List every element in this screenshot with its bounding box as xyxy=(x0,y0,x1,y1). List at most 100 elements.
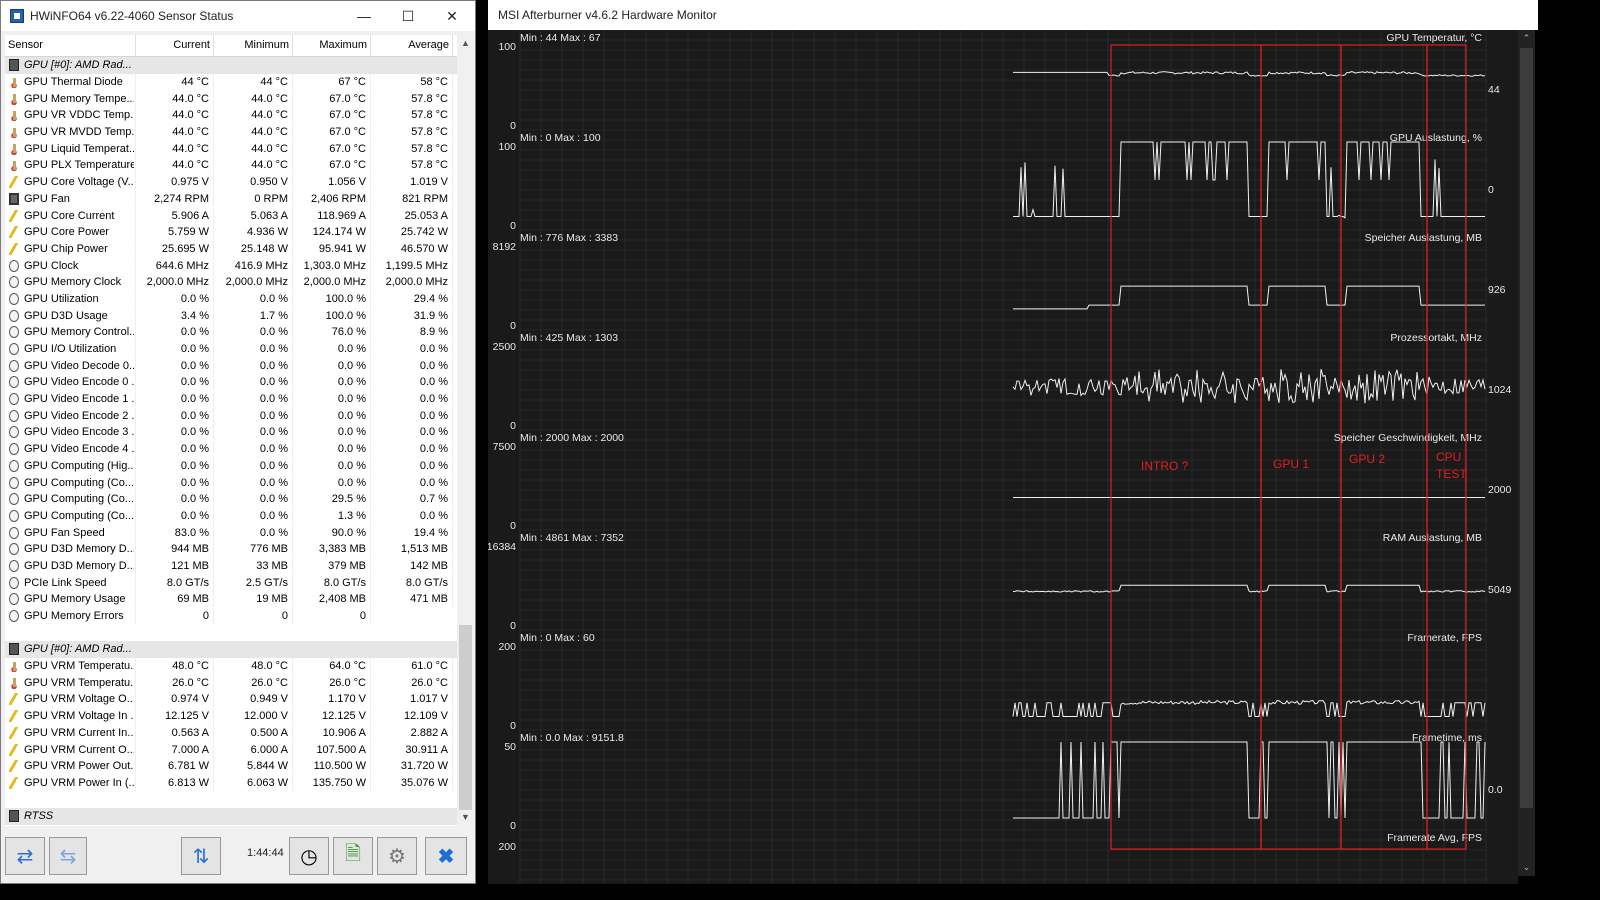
sensor-row[interactable]: GPU VRM Voltage O... 0.974 V 0.949 V 1.170 … xyxy=(5,691,457,708)
thermometer-icon xyxy=(9,159,19,172)
scroll-down-icon[interactable]: ⌄ xyxy=(1518,859,1535,876)
sensor-row[interactable]: GPU VRM Voltage In ... 12.125 V 12.000 V 12… xyxy=(5,708,457,725)
gauge-icon xyxy=(9,292,19,305)
sensor-name-cell: GPU Utilization xyxy=(5,290,136,307)
sensor-group-row[interactable]: GPU [#0]: AMD Rad... xyxy=(5,57,457,74)
sensor-row[interactable]: GPU Core Power 5.759 W 4.936 W 124.174 W 25.… xyxy=(5,224,457,241)
network-icon: ⇅ xyxy=(192,845,210,868)
sensor-row[interactable]: GPU D3D Usage 3.4 % 1.7 % 100.0 % 31.9 % xyxy=(5,307,457,324)
settings-button[interactable]: ⚙ xyxy=(377,837,417,875)
nav-arrows-button[interactable]: ⇄ xyxy=(5,837,45,875)
sensor-row[interactable]: GPU Computing (Co... 0.0 % 0.0 % 0.0 % 0.0 % xyxy=(5,474,457,491)
thermometer-icon xyxy=(9,109,19,122)
add-report-button[interactable]: 🗎 xyxy=(333,837,373,875)
sensor-row[interactable]: PCIe Link Speed 8.0 GT/s 2.5 GT/s 8.0 GT/s 8… xyxy=(5,574,457,591)
nav-arrows-disabled-button[interactable]: ⇆ xyxy=(49,837,87,875)
sensor-row[interactable]: GPU Chip Power 25.695 W 25.148 W 95.941 W 46… xyxy=(5,240,457,258)
sensor-row[interactable]: GPU VRM Current In... 0.563 A 0.500 A 10.90… xyxy=(5,724,457,742)
average-value: 57.8 °C xyxy=(371,124,453,141)
sensor-group-row[interactable]: GPU [#0]: AMD Rad... xyxy=(5,641,457,658)
column-header-sensor[interactable]: Sensor xyxy=(5,35,136,56)
panel-title: Framerate, FPS xyxy=(1407,632,1482,644)
column-header-minimum[interactable]: Minimum xyxy=(214,35,293,56)
sensor-row[interactable]: GPU VR MVDD Temp... 44.0 °C 44.0 °C 67.0 °C… xyxy=(5,124,457,141)
scroll-up-icon[interactable]: ▲ xyxy=(457,35,474,52)
sensor-row[interactable]: GPU D3D Memory D... 944 MB 776 MB 3,383 MB 1… xyxy=(5,541,457,558)
sensor-row[interactable]: GPU VRM Temperatu... 48.0 °C 48.0 °C 64.0 °… xyxy=(5,658,457,675)
column-header-current[interactable]: Current xyxy=(136,35,214,56)
network-button[interactable]: ⇅ xyxy=(181,837,221,875)
sensor-name: GPU Video Encode 4 ... xyxy=(24,443,134,456)
minimum-value: 5.844 W xyxy=(214,758,293,775)
maximum-value: 2,406 RPM xyxy=(293,190,371,207)
sensor-name: GPU VRM Voltage O... xyxy=(24,693,134,706)
sensor-row[interactable]: GPU Utilization 0.0 % 0.0 % 100.0 % 29.4 % xyxy=(5,290,457,308)
sensor-row[interactable]: GPU VRM Current O... 7.000 A 6.000 A 107.50… xyxy=(5,741,457,758)
lightning-icon xyxy=(9,710,19,723)
sensor-name-cell: GPU VRM Current O... xyxy=(5,741,136,758)
sensor-row[interactable]: GPU PLX Temperature 44.0 °C 44.0 °C 67.0 °C… xyxy=(5,157,457,174)
sensor-row[interactable]: GPU Computing (Hig... 0.0 % 0.0 % 0.0 % 0.0 … xyxy=(5,457,457,475)
sensor-row[interactable]: GPU Computing (Co... 0.0 % 0.0 % 29.5 % 0.7 … xyxy=(5,491,457,508)
monitor-scrollbar[interactable]: ⌃ ⌄ xyxy=(1518,30,1535,876)
sensor-row[interactable]: GPU I/O Utilization 0.0 % 0.0 % 0.0 % 0.0 % xyxy=(5,341,457,358)
sensor-row[interactable]: GPU VRM Power Out... 6.781 W 5.844 W 110.50… xyxy=(5,758,457,775)
sensor-row[interactable]: GPU Video Encode 2 ... 0.0 % 0.0 % 0.0 % 0.0… xyxy=(5,407,457,424)
sensor-name: GPU D3D Memory D... xyxy=(24,543,134,556)
panel-stats: Min : 44 Max : 67 xyxy=(520,32,601,44)
column-header-average[interactable]: Average xyxy=(371,35,453,56)
current-value: 44.0 °C xyxy=(136,124,214,141)
afterburner-close-button[interactable] xyxy=(1492,0,1538,30)
sensor-name: GPU VRM Current In... xyxy=(24,726,134,739)
sensor-name: GPU Core Power xyxy=(24,226,109,239)
sensor-row[interactable]: GPU D3D Memory D... 121 MB 33 MB 379 MB 142 … xyxy=(5,557,457,575)
sensor-row[interactable]: GPU Memory Control... 0.0 % 0.0 % 76.0 % 8.9… xyxy=(5,324,457,341)
sensor-row[interactable]: GPU Video Encode 1 ... 0.0 % 0.0 % 0.0 % 0.0… xyxy=(5,391,457,408)
sensor-row[interactable]: GPU Video Encode 4 ... 0.0 % 0.0 % 0.0 % 0.0… xyxy=(5,441,457,458)
monitor-scrollbar-thumb[interactable] xyxy=(1520,48,1533,808)
hwinfo-titlebar[interactable]: HWiNFO64 v6.22-4060 Sensor Status — ☐ ✕ xyxy=(1,1,475,31)
sensor-group-row[interactable]: RTSS xyxy=(5,807,457,825)
sensor-row[interactable]: GPU VRM Temperatu... 26.0 °C 26.0 °C 26.0 °… xyxy=(5,674,457,691)
sensor-name: GPU VRM Temperatu... xyxy=(24,660,134,673)
sensor-row[interactable]: GPU Memory Tempe... 44.0 °C 44.0 °C 67.0 °C… xyxy=(5,90,457,107)
current-value: 5.759 W xyxy=(136,224,214,241)
scroll-down-icon[interactable]: ▼ xyxy=(457,809,474,826)
sensor-table-header: Sensor Current Minimum Maximum Average xyxy=(5,35,457,57)
sensor-row[interactable]: GPU Fan 2,274 RPM 0 RPM 2,406 RPM 821 RPM xyxy=(5,190,457,208)
panel-current-value: 1024 xyxy=(1488,384,1512,396)
lightning-icon xyxy=(9,209,19,222)
maximize-button[interactable]: ☐ xyxy=(385,1,431,31)
column-header-maximum[interactable]: Maximum xyxy=(293,35,371,56)
hardware-monitor-graph[interactable]: Min : 44 Max : 67 GPU Temperatur, °C 100 0 4… xyxy=(487,29,1518,884)
scrollbar-thumb[interactable] xyxy=(459,625,472,810)
afterburner-titlebar[interactable]: MSI Afterburner v4.6.2 Hardware Monitor xyxy=(488,0,1538,30)
gauge-icon xyxy=(9,459,19,472)
close-sensors-button[interactable]: ✖ xyxy=(425,837,467,875)
scroll-up-icon[interactable]: ⌃ xyxy=(1518,30,1535,47)
sensor-row[interactable]: GPU Core Current 5.906 A 5.063 A 118.969 A2… xyxy=(5,207,457,224)
sensor-row[interactable]: GPU Liquid Temperat... 44.0 °C 44.0 °C 67.0… xyxy=(5,140,457,157)
sensor-row[interactable]: GPU Thermal Diode 44 °C 44 °C 67 °C 58 °C xyxy=(5,74,457,91)
group-cell: GPU [#0]: AMD Rad... xyxy=(5,57,136,73)
sensor-row[interactable]: GPU Clock 644.6 MHz 416.9 MHz 1,303.0 MHz 1,… xyxy=(5,257,457,274)
sensor-row[interactable]: GPU Fan Speed 83.0 % 0.0 % 90.0 % 19.4 % xyxy=(5,524,457,541)
sensor-name: PCIe Link Speed xyxy=(24,576,107,589)
sensor-row[interactable]: GPU Memory Usage 69 MB 19 MB 2,408 MB 471 MB xyxy=(5,591,457,608)
sensor-scrollbar[interactable]: ▲ ▼ xyxy=(457,35,474,826)
sensor-row[interactable]: GPU Video Encode 3 ... 0.0 % 0.0 % 0.0 % 0.0… xyxy=(5,424,457,441)
close-button[interactable]: ✕ xyxy=(429,1,475,31)
sensor-row[interactable]: GPU Computing (Co... 0.0 % 0.0 % 1.3 % 0.0 % xyxy=(5,507,457,525)
gauge-icon xyxy=(9,426,19,439)
sensor-row[interactable]: GPU VR VDDC Temp... 44.0 °C 44.0 °C 67.0 °C… xyxy=(5,107,457,124)
sensor-row[interactable]: GPU Memory Clock 2,000.0 MHz 2,000.0 MHz 2,… xyxy=(5,274,457,291)
sensor-row[interactable]: GPU Memory Errors 0 0 0 xyxy=(5,608,457,625)
sensor-row[interactable]: GPU Core Voltage (V... 0.975 V 0.950 V 1.05… xyxy=(5,174,457,191)
sensor-row[interactable]: GPU VRM Power In (... 6.813 W 6.063 W 135.7… xyxy=(5,774,457,792)
gear-icon: ⚙ xyxy=(388,845,406,868)
panel-scale-bottom: 0 xyxy=(510,720,516,732)
sensor-row[interactable]: GPU Video Decode 0... 0.0 % 0.0 % 0.0 % 0.0 … xyxy=(5,357,457,374)
clock-button[interactable]: ◷ xyxy=(289,837,329,875)
minimize-button[interactable]: — xyxy=(341,1,387,31)
sensor-row[interactable]: GPU Video Encode 0 ... 0.0 % 0.0 % 0.0 % 0.0… xyxy=(5,374,457,391)
